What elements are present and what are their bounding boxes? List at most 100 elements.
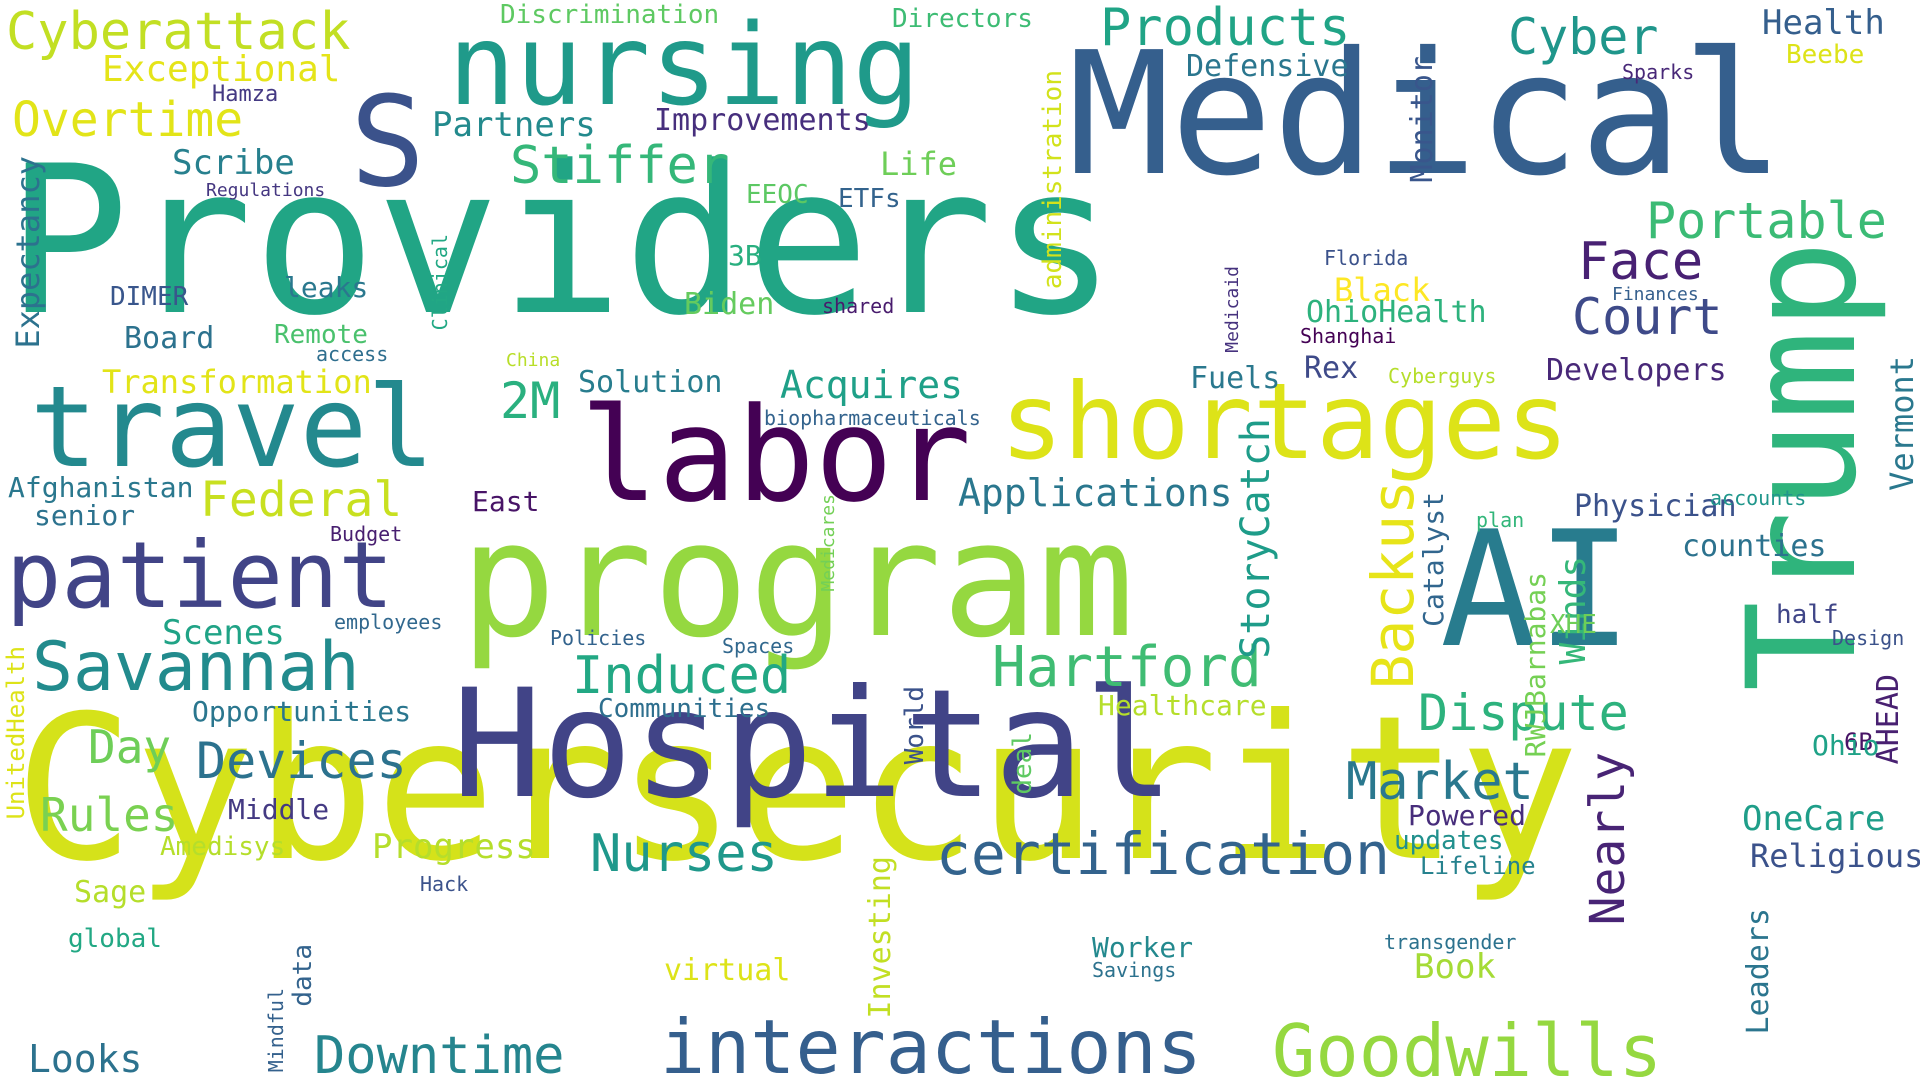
word: Opportunities — [192, 695, 412, 728]
word: certification — [936, 820, 1390, 888]
word: Backus — [1359, 480, 1427, 690]
word: Progress — [372, 827, 536, 867]
word: Leaders — [1741, 908, 1776, 1035]
word: access — [316, 342, 389, 366]
word: Florida — [1324, 246, 1409, 270]
word: biopharmaceuticals — [764, 406, 981, 430]
word: Sage — [74, 875, 147, 910]
word: Solution — [578, 365, 723, 400]
word: employees — [334, 610, 443, 634]
word: DIMER — [110, 282, 189, 312]
word: plan — [1476, 508, 1525, 532]
word: OneCare — [1742, 799, 1886, 839]
word: Partners — [432, 105, 596, 145]
word: Shanghai — [1300, 324, 1397, 348]
word: Lifeline — [1420, 852, 1536, 880]
word: global — [68, 924, 162, 954]
word: Day — [88, 720, 172, 774]
word: Healthcare — [1098, 689, 1267, 722]
word: deal — [1008, 732, 1038, 795]
word: S — [350, 70, 426, 215]
word: Directors — [892, 4, 1033, 34]
word: Cyberguys — [1388, 364, 1497, 388]
word: Medicaid — [1222, 266, 1243, 353]
word: Products — [1100, 0, 1351, 58]
word: ETFs — [838, 184, 901, 214]
word: Amedisys — [160, 832, 286, 862]
word: Scribe — [172, 143, 295, 183]
word: Federal — [200, 472, 403, 528]
word: EEOC — [746, 180, 809, 210]
word: virtual — [664, 953, 791, 988]
word: Vermont — [1883, 356, 1920, 491]
word: Communities — [598, 694, 771, 724]
word: Medicares — [818, 494, 839, 592]
word: Afghanistan — [8, 471, 194, 504]
word: Applications — [958, 471, 1233, 515]
word: Overtime — [12, 92, 244, 148]
word: Looks — [28, 1037, 143, 1080]
word: Cyber — [1508, 8, 1659, 66]
word: 2M — [500, 372, 561, 430]
word: Finances — [1612, 284, 1699, 305]
word: Board — [124, 321, 215, 356]
word: Investing — [863, 856, 898, 1019]
word: Goodwills — [1272, 1009, 1663, 1080]
word: Hartford — [992, 635, 1262, 700]
word: Face — [1578, 232, 1704, 292]
word: Transformation — [102, 363, 372, 401]
word: shared — [822, 294, 895, 318]
word: Nurses — [590, 824, 778, 884]
word: Biden — [684, 287, 775, 322]
word: Health — [1762, 3, 1885, 43]
word-cloud: Providers Cybersecurity Hospital Medical… — [0, 0, 1920, 1080]
word: Ohio — [1812, 729, 1880, 762]
word: Design — [1832, 626, 1905, 650]
word: senior — [34, 499, 136, 532]
word: UnitedHealth — [2, 646, 30, 820]
word: Hack — [420, 872, 469, 896]
word: Mindful — [264, 988, 288, 1073]
word: leaks — [284, 271, 369, 304]
word: RWJBarnabas — [1519, 572, 1552, 758]
word: Middle — [228, 793, 330, 826]
word: Rex — [1304, 351, 1359, 386]
word: Stiffer — [510, 136, 730, 196]
word: data — [288, 944, 318, 1007]
word: Downtime — [314, 1026, 565, 1080]
word: StoryCatch — [1233, 418, 1279, 659]
word: administration — [1038, 70, 1068, 290]
word: Beebe — [1786, 40, 1865, 70]
word: Clinical — [428, 234, 452, 331]
word: Regulations — [206, 180, 326, 201]
word: Hamza — [212, 82, 279, 107]
word: Fuels — [1190, 361, 1281, 396]
word: Religious — [1750, 837, 1920, 875]
word: Rules — [40, 788, 179, 842]
word: 3B — [728, 239, 762, 272]
word: Catalyst — [1417, 492, 1450, 627]
word: World — [900, 686, 930, 765]
word: East — [472, 485, 540, 518]
word: counties — [1682, 529, 1827, 564]
word: Savings — [1092, 958, 1177, 982]
word: Discrimination — [500, 0, 720, 30]
word: updates — [1394, 826, 1504, 856]
word: interactions — [660, 1003, 1202, 1080]
word: accounts — [1710, 486, 1807, 510]
word: China — [506, 350, 561, 371]
word: Life — [880, 145, 958, 183]
word: Book — [1414, 947, 1496, 987]
word: XHE — [1550, 610, 1597, 640]
word: Devices — [196, 732, 407, 790]
word: half — [1776, 600, 1839, 630]
word: Budget — [330, 522, 403, 546]
word: Defensive — [1186, 49, 1349, 84]
word: Expectancy — [9, 156, 47, 349]
word: Sparks — [1622, 60, 1695, 84]
word: Policies — [550, 626, 647, 650]
word: Improvements — [654, 103, 871, 138]
word: Developers — [1546, 353, 1727, 388]
word: Acquires — [780, 363, 964, 407]
word: Scenes — [162, 613, 285, 653]
